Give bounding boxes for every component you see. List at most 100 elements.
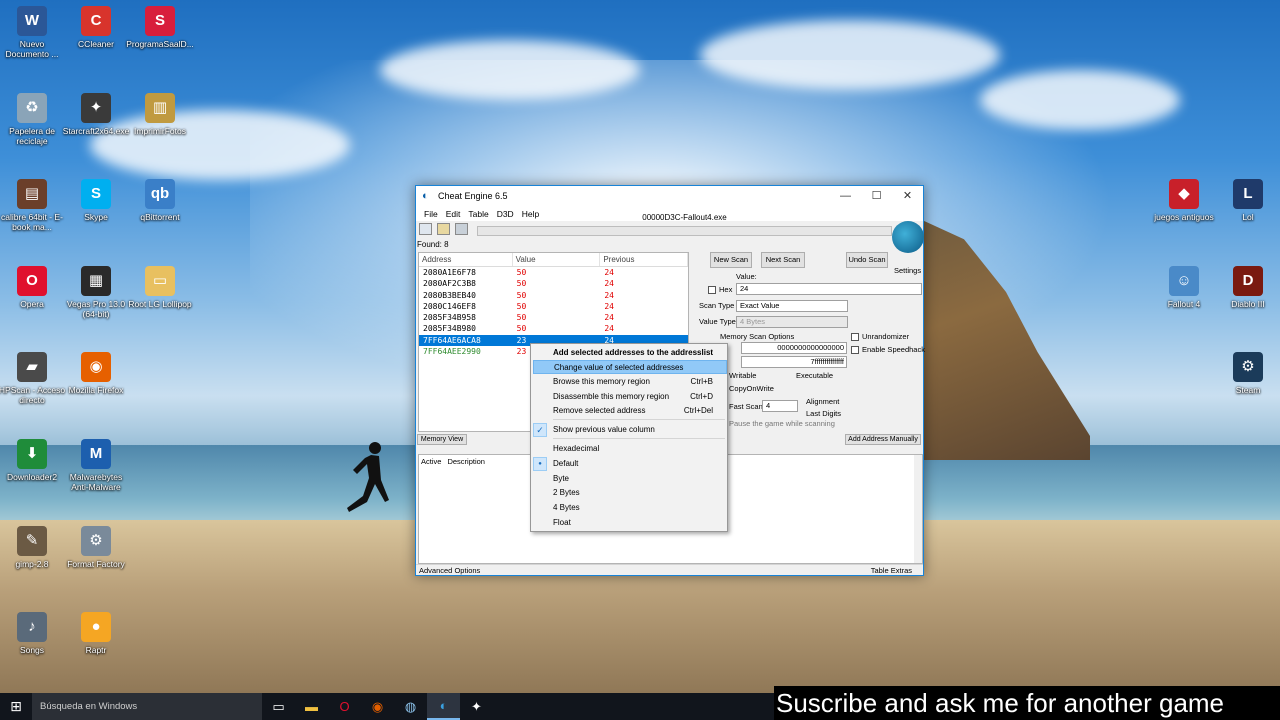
minimize-button[interactable]: — — [830, 186, 861, 206]
menu-item-show-previous-value-column[interactable]: Show previous value column — [533, 423, 727, 437]
cheat-engine-logo-icon[interactable] — [892, 221, 924, 253]
windows-start-icon[interactable]: ⊞ — [0, 693, 32, 720]
speedhack-checkbox[interactable] — [851, 346, 859, 354]
desktop-shortcut-raptr[interactable]: ● Raptr — [62, 612, 130, 655]
column-value[interactable]: Value — [513, 253, 601, 266]
desktop-shortcut-firefox[interactable]: ◉ Mozilla Firefox — [62, 352, 130, 395]
result-row[interactable]: 2085F34B958 50 24 — [419, 312, 688, 323]
desktop-icon-label: Opera — [20, 299, 44, 309]
memory-view-button[interactable]: Memory View — [417, 434, 467, 445]
desktop-shortcut-imprimir-fotos[interactable]: ▥ ImprimirFotos — [126, 93, 194, 136]
open-file-icon[interactable] — [437, 223, 450, 235]
stop-address-input[interactable]: 7fffffffffffffff — [741, 356, 847, 368]
menu-file[interactable]: File — [420, 209, 442, 219]
menu-item-4-bytes[interactable]: 4 Bytes — [533, 501, 727, 515]
maximize-button[interactable]: ☐ — [861, 186, 892, 206]
desktop-shortcut-malwarebytes[interactable]: M Malwarebytes Anti-Malware — [62, 439, 130, 492]
menu-item-label: Add selected addresses to the addresslis… — [553, 348, 714, 357]
desktop-shortcut-recycle-bin[interactable]: ♻ Papelera de reciclaje — [0, 93, 66, 146]
file-explorer-icon[interactable]: ▬ — [295, 693, 328, 720]
menu-item-disassemble-this-memory-region[interactable]: Disassemble this memory region Ctrl+D — [533, 390, 727, 404]
menu-item-change-value-of-selected-addresses[interactable]: Change value of selected addresses — [533, 360, 727, 374]
desktop-shortcut-skype[interactable]: S Skype — [62, 179, 130, 222]
desktop-shortcut-programa-s[interactable]: S ProgramaSaalD... — [126, 6, 194, 49]
desktop-shortcut-downloader[interactable]: ⬇ Downloader2 — [0, 439, 66, 482]
menu-item-add-selected-addresses-to-the-addresslist[interactable]: Add selected addresses to the addresslis… — [533, 346, 727, 360]
unrandomizer-checkbox[interactable] — [851, 333, 859, 341]
menu-edit[interactable]: Edit — [442, 209, 465, 219]
result-row[interactable]: 2080C146EF8 50 24 — [419, 301, 688, 312]
firefox-taskbar-icon[interactable]: ◉ — [361, 693, 394, 720]
writable-label[interactable]: Writable — [729, 371, 756, 380]
table-extras-link[interactable]: Table Extras — [871, 565, 912, 575]
value-type-select[interactable]: 4 Bytes — [736, 316, 848, 328]
opera-taskbar-icon[interactable]: O — [328, 693, 361, 720]
menu-item-label: Browse this memory region — [553, 377, 650, 386]
desktop-shortcut-lol[interactable]: L Lol — [1214, 179, 1280, 222]
desktop-shortcut-hpscan[interactable]: ▰ HPScan - Acceso directo — [0, 352, 66, 405]
menu-item-byte[interactable]: Byte — [533, 472, 727, 486]
new-scan-button[interactable]: New Scan — [710, 252, 752, 268]
desktop-shortcut-starcraft[interactable]: ✦ Starcraft2x64.exe — [62, 93, 130, 136]
column-active[interactable]: Active — [419, 455, 441, 468]
alignment-radio[interactable]: Alignment — [806, 397, 839, 406]
fallout-taskbar-icon[interactable]: ◍ — [394, 693, 427, 720]
column-address[interactable]: Address — [419, 253, 513, 266]
menu-item-float[interactable]: Float — [533, 516, 727, 530]
desktop-shortcut-gimp[interactable]: ✎ gimp-2.8 — [0, 526, 66, 569]
desktop-shortcut-opera[interactable]: O Opera — [0, 266, 66, 309]
desktop-shortcut-songs[interactable]: ♪ Songs — [0, 612, 66, 655]
copy-on-write-label[interactable]: CopyOnWrite — [729, 384, 774, 393]
desktop-shortcut-ccleaner[interactable]: C CCleaner — [62, 6, 130, 49]
menu-item-2-bytes[interactable]: 2 Bytes — [533, 486, 727, 500]
desktop-shortcut-steam[interactable]: ⚙ Steam — [1214, 352, 1280, 395]
open-process-icon[interactable] — [419, 223, 432, 235]
desktop-shortcut-format-factory[interactable]: ⚙ Format Factory — [62, 526, 130, 569]
result-row[interactable]: 2080A1E6F78 50 24 — [419, 267, 688, 278]
pause-game-checkbox[interactable]: Pause the game while scanning — [729, 419, 835, 428]
executable-label[interactable]: Executable — [796, 371, 833, 380]
start-address-input[interactable]: 0000000000000000 — [741, 342, 847, 354]
column-previous[interactable]: Previous — [600, 253, 688, 266]
window-titlebar[interactable]: ◐ Cheat Engine 6.5 — ☐ ✕ — [416, 186, 923, 206]
desktop-shortcut-folder[interactable]: ▭ Root LG Lollipop — [126, 266, 194, 309]
address-list-scrollbar[interactable] — [914, 455, 922, 563]
desktop-icon-label: juegos antiguos — [1154, 212, 1214, 222]
scan-panel: New Scan Next Scan Undo Scan Value: Hex … — [696, 252, 925, 432]
status-bar: Advanced Options Table Extras — [416, 564, 923, 575]
desktop-shortcut-diablo[interactable]: D Diablo III — [1214, 266, 1280, 309]
add-address-manually-button[interactable]: Add Address Manually — [845, 434, 921, 445]
result-row[interactable]: 2080AF2C3B8 50 24 — [419, 278, 688, 289]
advanced-options-link[interactable]: Advanced Options — [419, 565, 480, 575]
scan-type-select[interactable]: Exact Value — [736, 300, 848, 312]
menu-item-remove-selected-address[interactable]: Remove selected address Ctrl+Del — [533, 404, 727, 418]
close-button[interactable]: ✕ — [892, 186, 923, 206]
save-icon[interactable] — [455, 223, 468, 235]
menu-item-hexadecimal[interactable]: Hexadecimal — [533, 442, 727, 456]
result-row[interactable]: 2085F34B980 50 24 — [419, 323, 688, 334]
column-description[interactable]: Description — [441, 455, 485, 468]
last-digits-radio[interactable]: Last Digits — [806, 409, 841, 418]
value-input[interactable]: 24 — [736, 283, 922, 295]
task-view-icon[interactable]: ▭ — [262, 693, 295, 720]
fast-scan-input[interactable]: 4 — [762, 400, 798, 412]
result-row[interactable]: 2080B3BEB40 50 24 — [419, 290, 688, 301]
result-cell-value: 50 — [516, 324, 527, 334]
fast-scan-label[interactable]: Fast Scan — [729, 402, 763, 411]
taskbar-search-input[interactable]: Búsqueda en Windows — [32, 693, 262, 720]
desktop-shortcut-vegas-pro[interactable]: ▦ Vegas Pro 13.0 (64-bit) — [62, 266, 130, 319]
desktop-shortcut-qbittorrent[interactable]: qb qBittorrent — [126, 179, 194, 222]
unrandomizer-label: Unrandomizer — [862, 332, 910, 341]
starcraft-taskbar-icon[interactable]: ✦ — [460, 693, 493, 720]
desktop-shortcut-word[interactable]: W Nuevo Documento ... — [0, 6, 66, 59]
hex-checkbox[interactable] — [708, 286, 716, 294]
desktop-shortcut-calibre[interactable]: ▤ calibre 64bit - E-book ma... — [0, 179, 66, 232]
menu-item-default[interactable]: Default — [533, 457, 727, 471]
undo-scan-button[interactable]: Undo Scan — [846, 252, 888, 268]
desktop-shortcut-fallout4[interactable]: ☺ Fallout 4 — [1150, 266, 1218, 309]
menu-item-label: Change value of selected addresses — [554, 363, 684, 372]
cheat-engine-taskbar-icon[interactable]: ◐ — [427, 693, 460, 720]
next-scan-button[interactable]: Next Scan — [761, 252, 805, 268]
desktop-shortcut-juegos-antiguos[interactable]: ◆ juegos antiguos — [1150, 179, 1218, 222]
menu-item-browse-this-memory-region[interactable]: Browse this memory region Ctrl+B — [533, 375, 727, 389]
